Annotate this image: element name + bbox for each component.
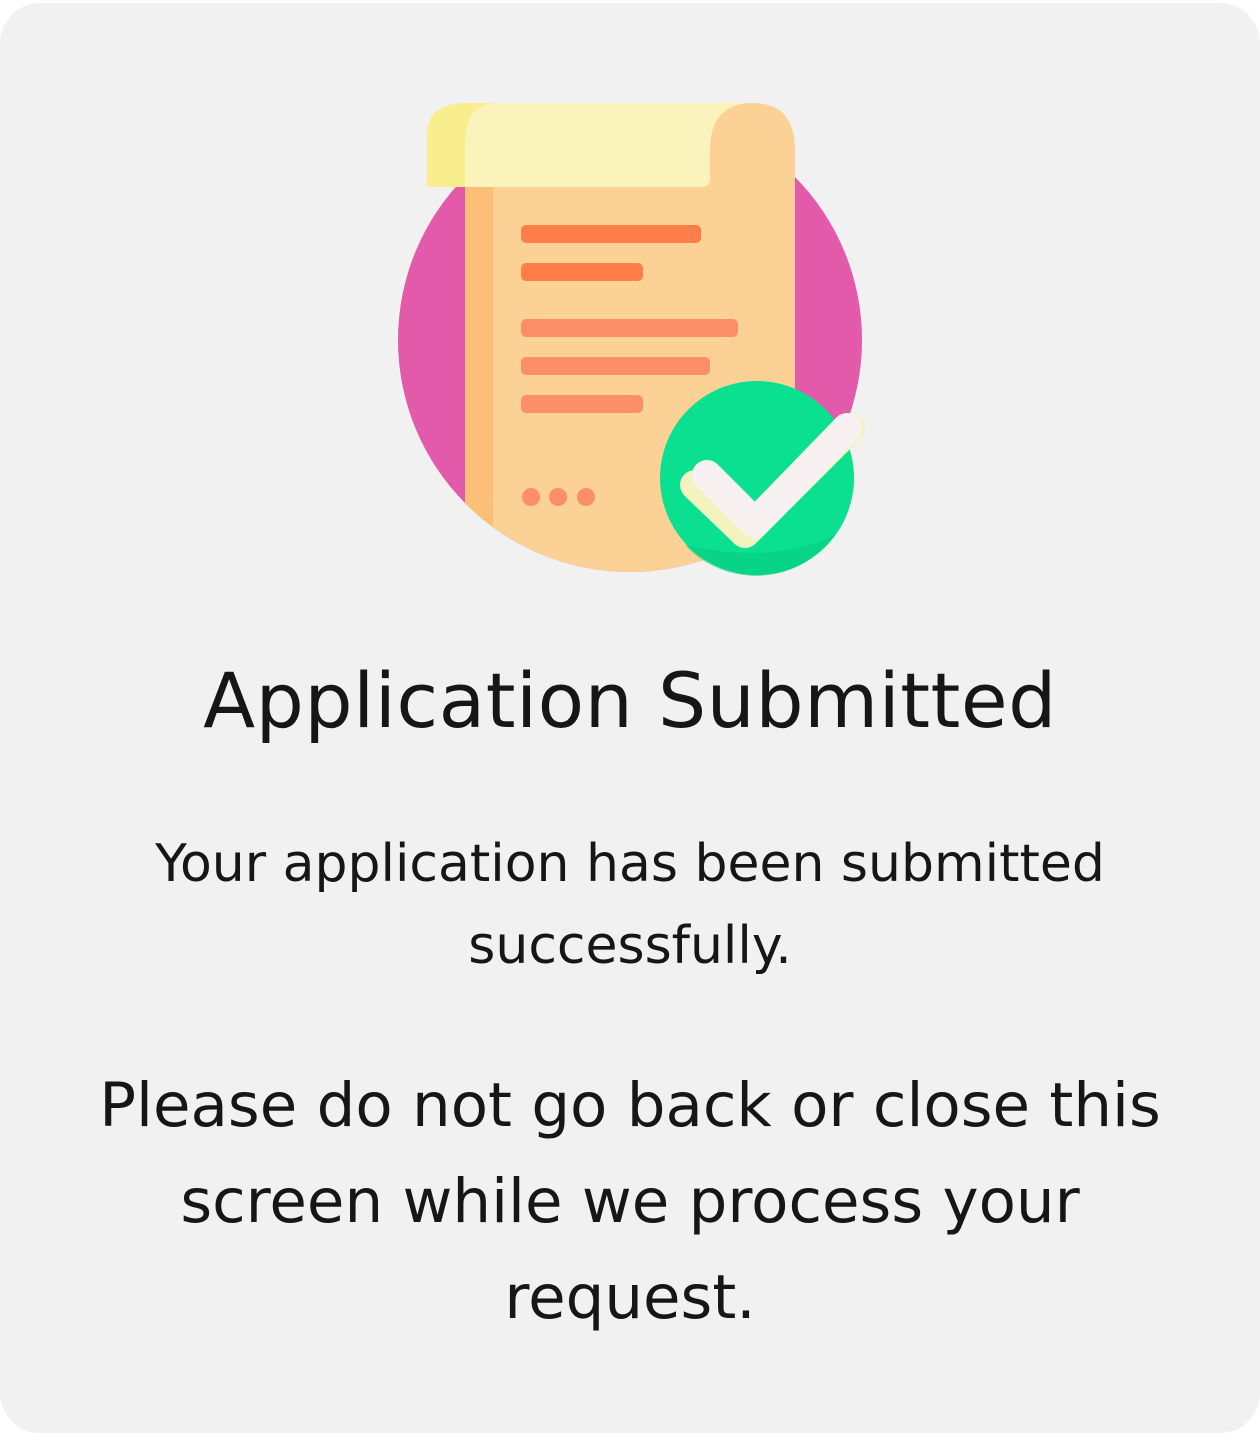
processing-notice: Please do not go back or close this scre…	[99, 1070, 1161, 1333]
document-approved-icon	[395, 95, 870, 580]
confirmation-card: Application Submitted Your application h…	[0, 3, 1260, 1433]
success-message: Your application has been submitted succ…	[155, 834, 1105, 976]
page-title: Application Submitted	[203, 656, 1057, 745]
